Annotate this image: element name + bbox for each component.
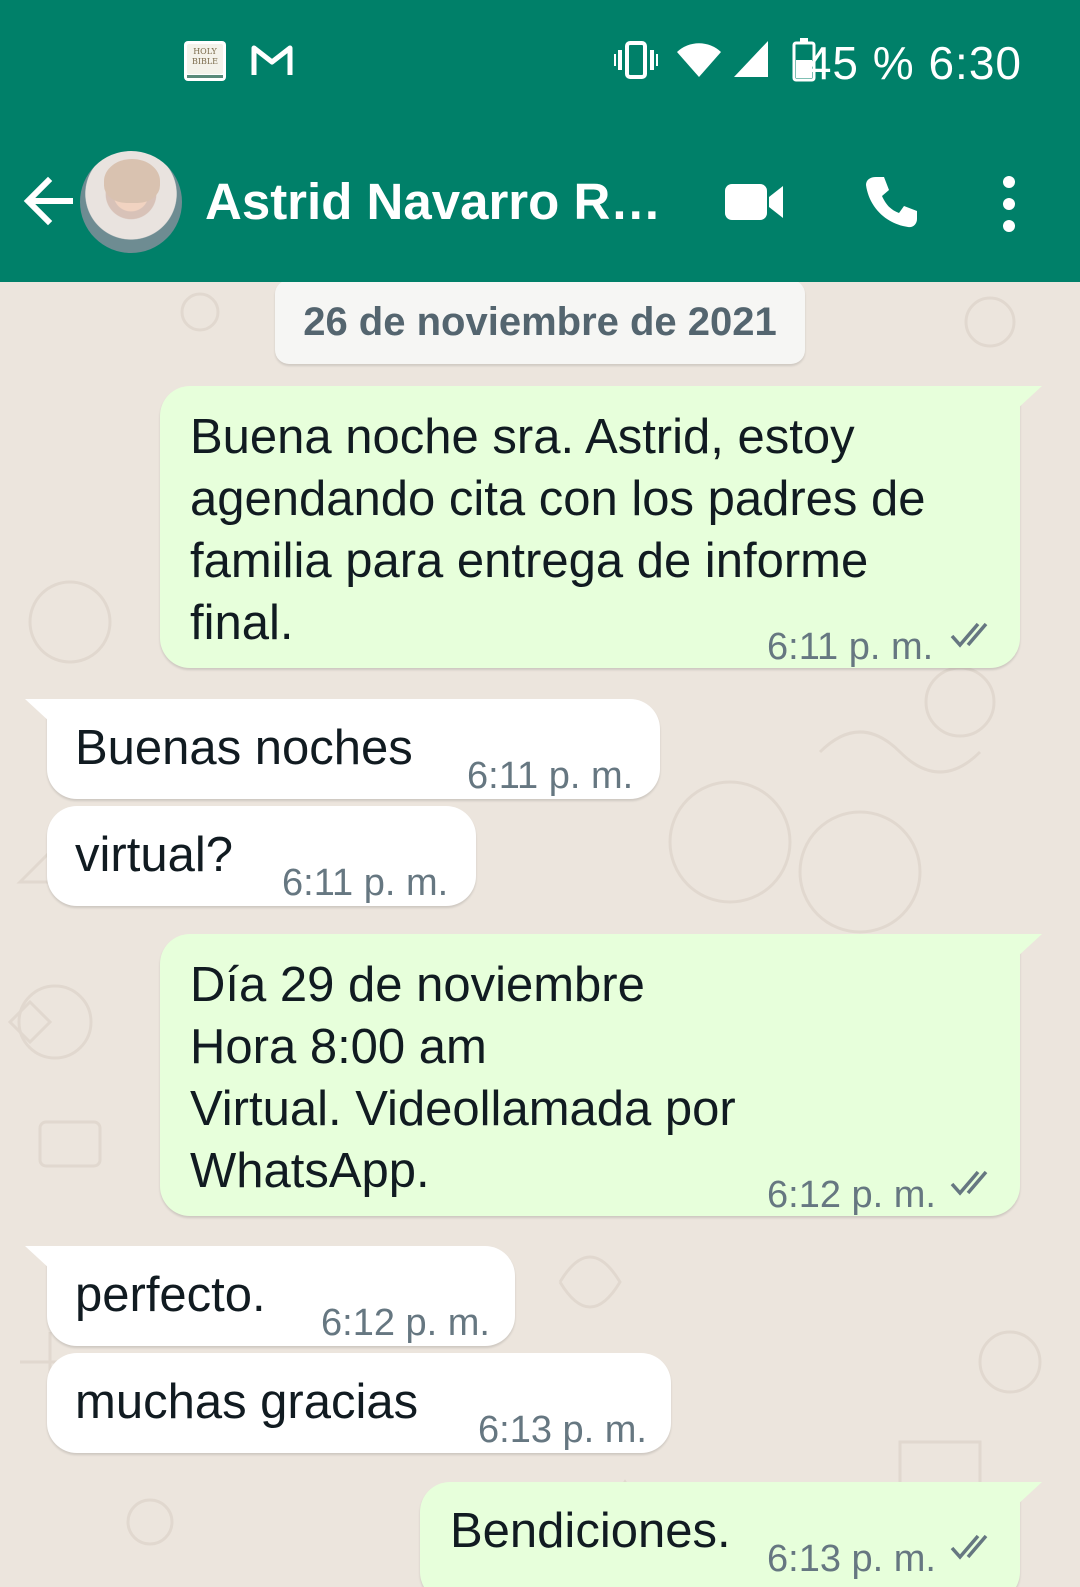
- incoming-message-bubble[interactable]: perfecto. 6:12 p. m.: [25, 1246, 515, 1346]
- wifi-icon: [677, 43, 721, 77]
- message-text: Buenas noches: [75, 721, 413, 775]
- more-options-icon[interactable]: [996, 175, 1022, 233]
- svg-text:HOLY: HOLY: [193, 47, 217, 56]
- voice-call-icon[interactable]: [862, 173, 920, 231]
- incoming-message-bubble[interactable]: Buenas noches 6:11 p. m.: [25, 699, 660, 799]
- message-timestamp: 6:13 p. m.: [767, 1538, 936, 1580]
- bubble-tail: [1016, 934, 1042, 958]
- chat-header: Astrid Navarro Rod…: [0, 120, 1080, 282]
- read-double-check-icon: [950, 622, 988, 648]
- message-timestamp: 6:12 p. m.: [321, 1302, 490, 1344]
- outgoing-message-bubble[interactable]: Día 29 de noviembre Hora 8:00 am Virtual…: [160, 934, 1042, 1216]
- read-double-check-icon: [950, 1170, 988, 1196]
- incoming-message-bubble[interactable]: virtual? 6:11 p. m.: [47, 806, 476, 906]
- avatar[interactable]: [80, 151, 182, 253]
- message-timestamp: 6:11 p. m.: [282, 862, 449, 904]
- battery-and-time: 45 % 6:30: [805, 37, 1022, 89]
- bubble-tail: [1016, 386, 1042, 410]
- read-double-check-icon: [950, 1534, 988, 1560]
- outgoing-message-bubble[interactable]: Buena noche sra. Astrid, estoy agendando…: [160, 386, 1042, 668]
- back-arrow-icon[interactable]: [22, 173, 74, 229]
- svg-text:BIBLE: BIBLE: [192, 57, 218, 66]
- message-timestamp: 6:11 p. m.: [767, 626, 934, 668]
- chat-area[interactable]: 26 de noviembre de 2021 Buena noche sra.…: [0, 282, 1080, 1587]
- message-text: muchas gracias: [75, 1375, 419, 1429]
- outgoing-message-bubble[interactable]: Bendiciones. 6:13 p. m.: [420, 1482, 1042, 1587]
- message-text: perfecto.: [75, 1268, 266, 1322]
- holy-bible-app-icon: HOLY BIBLE: [184, 41, 226, 81]
- incoming-message-bubble[interactable]: muchas gracias 6:13 p. m.: [47, 1353, 671, 1453]
- vibrate-icon: [614, 41, 658, 79]
- bubble-tail: [25, 699, 51, 723]
- message-timestamp: 6:11 p. m.: [467, 755, 634, 797]
- date-separator: 26 de noviembre de 2021: [275, 282, 805, 364]
- contact-name[interactable]: Astrid Navarro Rod…: [205, 172, 675, 231]
- bubble-tail: [1016, 1482, 1042, 1506]
- message-text: virtual?: [75, 828, 233, 882]
- bubble-tail: [25, 1246, 51, 1270]
- status-bar: HOLY BIBLE 45 % 6:30: [0, 0, 1080, 120]
- message-timestamp: 6:12 p. m.: [767, 1174, 936, 1216]
- message-timestamp: 6:13 p. m.: [478, 1409, 647, 1451]
- video-call-icon[interactable]: [723, 178, 787, 226]
- cellular-signal-icon: [734, 41, 768, 77]
- gmail-icon: [251, 45, 293, 75]
- message-text: Bendiciones.: [450, 1504, 731, 1558]
